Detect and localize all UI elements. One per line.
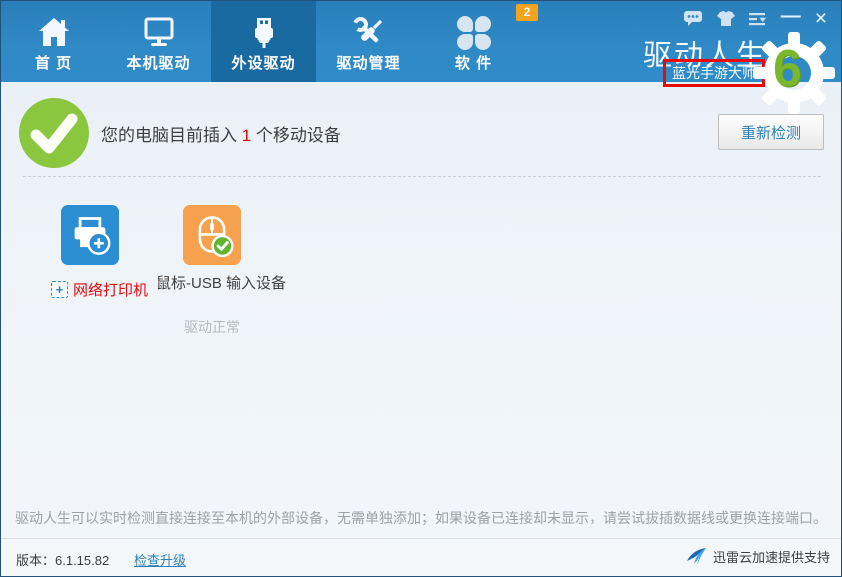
skin-icon[interactable] bbox=[717, 11, 735, 27]
version-label: 版本：6.1.15.82 bbox=[16, 550, 109, 569]
sponsor-label: 迅雷云加速提供支持 bbox=[713, 547, 830, 566]
hint-text: 驱动人生可以实时检测直接连接至本机的外部设备，无需单独添加；如果设备已连接却未显… bbox=[1, 508, 841, 528]
gear-logo-number: 6 bbox=[773, 41, 802, 97]
apps-icon bbox=[457, 11, 491, 55]
tab-home-label: 首 页 bbox=[35, 55, 72, 73]
tab-driver-management-label: 驱动管理 bbox=[336, 55, 400, 73]
separator-dashed bbox=[23, 176, 821, 177]
driver-status-text: 驱动正常 bbox=[184, 317, 240, 337]
minimize-button[interactable]: — bbox=[781, 9, 801, 23]
status-message-suffix: 个移动设备 bbox=[251, 126, 341, 145]
status-message: 您的电脑目前插入 1 个移动设备 bbox=[101, 121, 341, 146]
thunder-icon bbox=[685, 546, 707, 566]
menu-icon[interactable] bbox=[749, 12, 767, 26]
title-bar: 首 页 本机驱动 bbox=[1, 1, 841, 82]
status-message-prefix: 您的电脑目前插入 bbox=[101, 126, 242, 145]
status-bar: 版本：6.1.15.82 检查升级 迅雷云加速提供支持 bbox=[1, 538, 841, 577]
tab-driver-management[interactable]: 驱动管理 bbox=[316, 1, 421, 82]
mouse-icon bbox=[190, 213, 234, 257]
tab-local-drivers-label: 本机驱动 bbox=[126, 55, 190, 73]
device-label-network-printer[interactable]: 网络打印机 bbox=[73, 279, 148, 300]
usb-icon bbox=[244, 11, 284, 55]
tab-local-drivers[interactable]: 本机驱动 bbox=[106, 1, 211, 82]
device-tile-usb-mouse[interactable] bbox=[183, 205, 241, 265]
device-tile-network-printer[interactable] bbox=[61, 205, 119, 265]
titlebar-controls: — × bbox=[683, 10, 827, 27]
status-ok-icon bbox=[19, 98, 89, 168]
app-window: 首 页 本机驱动 bbox=[0, 0, 842, 577]
close-button[interactable]: × bbox=[815, 11, 827, 27]
tools-icon bbox=[349, 11, 389, 55]
tab-peripheral-drivers-label: 外设驱动 bbox=[231, 55, 295, 73]
monitor-icon bbox=[139, 11, 179, 55]
tab-software-label: 软 件 bbox=[455, 55, 492, 73]
printer-icon bbox=[68, 213, 112, 257]
software-count-badge: 2 bbox=[516, 4, 538, 21]
main-nav: 首 页 本机驱动 bbox=[1, 1, 526, 82]
tab-software[interactable]: 软 件 2 bbox=[421, 1, 526, 82]
add-network-printer[interactable]: + 网络打印机 bbox=[51, 279, 148, 300]
device-count: 1 bbox=[242, 126, 251, 145]
device-label-usb-mouse: 鼠标-USB 输入设备 bbox=[156, 272, 286, 293]
add-plus-icon[interactable]: + bbox=[51, 281, 68, 298]
sponsor: 迅雷云加速提供支持 bbox=[685, 546, 830, 566]
feedback-icon[interactable] bbox=[683, 10, 703, 27]
tab-peripheral-drivers[interactable]: 外设驱动 bbox=[211, 1, 316, 82]
tab-home[interactable]: 首 页 bbox=[1, 1, 106, 82]
check-update-link[interactable]: 检查升级 bbox=[134, 550, 186, 569]
home-icon bbox=[34, 11, 74, 55]
